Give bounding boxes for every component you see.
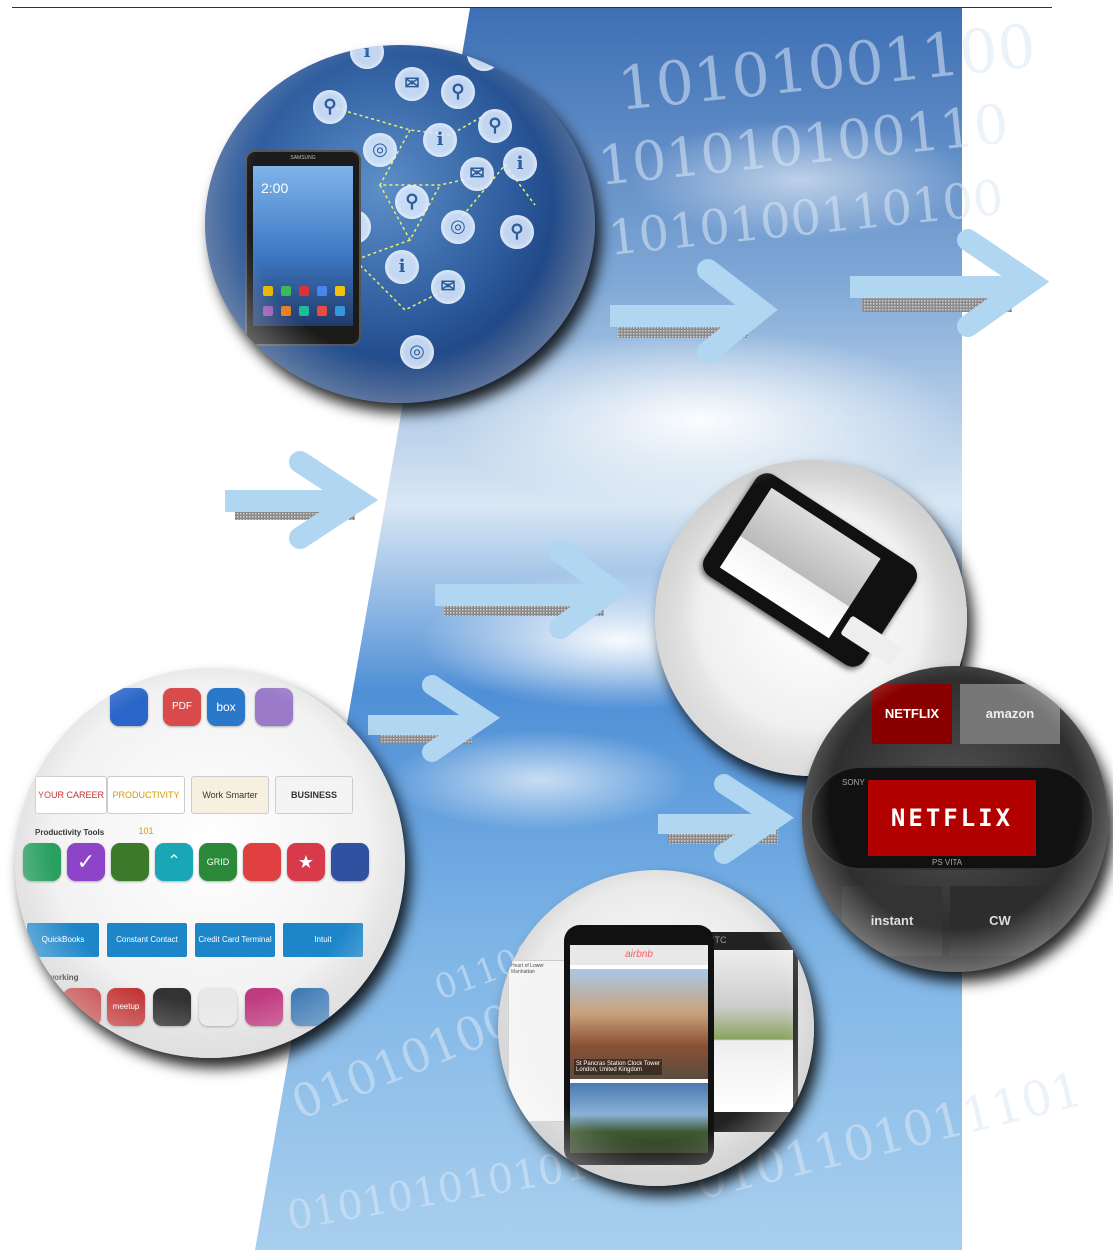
app-icon (317, 306, 327, 316)
credit-card-banner[interactable]: Credit Card Terminal (195, 923, 275, 957)
pdf-app-icon: PDF (163, 688, 201, 726)
app-icon (263, 306, 273, 316)
globe-icon: ◎ (441, 210, 475, 244)
app-store-circle: PDF box YOUR CAREER PRODUCTIVITY 101 Wor… (15, 668, 405, 1058)
info-icon: i (385, 250, 419, 284)
tile-cw: CW (950, 886, 1050, 956)
tablet-clock: 2:00 (261, 180, 289, 196)
web-panel-text: Heart of Lower Manhattan (511, 963, 544, 975)
android-tablet: SAMSUNG 2:00 (245, 150, 361, 346)
checkmark-app-icon[interactable]: ✓ (67, 843, 105, 881)
android-screen: airbnb St Pancras Station Clock Tower Lo… (570, 945, 708, 1153)
airbnb-circle: Heart of Lower Manhattan HTC airbnb St P… (498, 870, 814, 1186)
intuit-banner[interactable]: Intuit (283, 923, 363, 957)
airbnb-header: airbnb (570, 945, 708, 965)
productivity-banner[interactable]: PRODUCTIVITY 101 (107, 776, 185, 836)
app-icon[interactable] (245, 988, 283, 1026)
tablet-brand: SAMSUNG (290, 155, 316, 161)
box-app-icon: box (207, 688, 245, 726)
app-icon[interactable] (23, 843, 61, 881)
netflix-logo: NETFLIX (890, 804, 1014, 832)
meetup-app-icon[interactable]: meetup (107, 988, 145, 1026)
grid-app-icon[interactable]: GRID (199, 843, 237, 881)
mail-icon: ✉ (460, 157, 494, 191)
app-icon[interactable] (331, 843, 369, 881)
search-icon: ⚲ (478, 109, 512, 143)
vita-screen: NETFLIX (868, 780, 1036, 856)
arrow-icon (225, 451, 379, 549)
quickbooks-banner[interactable]: QuickBooks (27, 923, 99, 957)
app-icon (281, 286, 291, 296)
search-icon: ⚲ (395, 185, 429, 219)
tile-instant: instant (842, 886, 942, 956)
ps-vita: SONY NETFLIX PS VITA (810, 766, 1094, 870)
android-phone: airbnb St Pancras Station Clock Tower Lo… (564, 925, 714, 1165)
search-icon: ⚲ (313, 90, 347, 124)
photo-caption-sub: London, United Kingdom (576, 1067, 643, 1073)
app-icon[interactable] (63, 988, 101, 1026)
app-icon (335, 286, 345, 296)
mail-icon: ✉ (395, 67, 429, 101)
app-icon[interactable]: ⌃ (155, 843, 193, 881)
section-heading: Productivity Tools (35, 828, 105, 837)
app-icon (335, 306, 345, 316)
layers-app-icon[interactable] (153, 988, 191, 1026)
smartphone-in-case (697, 467, 923, 673)
business-banner[interactable]: BUSINESS (275, 776, 353, 814)
app-icon[interactable] (199, 988, 237, 1026)
app-icon (281, 306, 291, 316)
photo-caption: St Pancras Station Clock Tower London, U… (574, 1059, 662, 1075)
tablet-cloud-circle: i ⚲ ✉ ⚲ i ◎ i ⚲ ✉ i ⚲ ◎ ✉ i ✉ ⚲ ◎ SAMSUN… (205, 45, 595, 403)
app-icon (263, 286, 273, 296)
app-icon (110, 688, 148, 726)
work-smarter-banner[interactable]: Work Smarter (191, 776, 269, 814)
search-icon: ⚲ (500, 215, 534, 249)
tile-netflix: NETFLIX (872, 684, 952, 744)
constant-contact-banner[interactable]: Constant Contact (107, 923, 187, 957)
sony-label: SONY (842, 778, 865, 787)
tablet-screen: 2:00 (253, 166, 353, 326)
evernote-app-icon[interactable] (111, 843, 149, 881)
htc-screen (703, 950, 793, 1112)
web-page-panel: Heart of Lower Manhattan (508, 960, 570, 1122)
app-icon[interactable] (243, 843, 281, 881)
vita-brand: PS VITA (932, 858, 963, 867)
tile-amazon: amazon (960, 684, 1060, 744)
globe-icon: ◎ (363, 133, 397, 167)
star-app-icon[interactable]: ★ (287, 843, 325, 881)
app-icon (317, 286, 327, 296)
career-banner[interactable]: YOUR CAREER (35, 776, 107, 814)
info-icon: i (423, 123, 457, 157)
netflix-circle: NETFLIX amazon SONY NETFLIX PS VITA inst… (802, 666, 1108, 972)
info-icon: i (503, 147, 537, 181)
phone-dock (840, 615, 903, 667)
listing-photo[interactable] (570, 1083, 708, 1153)
phone-screen (719, 487, 881, 639)
listing-photo[interactable]: St Pancras Station Clock Tower London, U… (570, 969, 708, 1079)
mail-icon: ✉ (431, 270, 465, 304)
search-icon: ⚲ (441, 75, 475, 109)
app-icon[interactable] (291, 988, 329, 1026)
app-icon (299, 286, 309, 296)
app-icon (299, 306, 309, 316)
section-heading: Networking (35, 973, 79, 982)
globe-icon: ◎ (400, 335, 434, 369)
app-icon (255, 688, 293, 726)
